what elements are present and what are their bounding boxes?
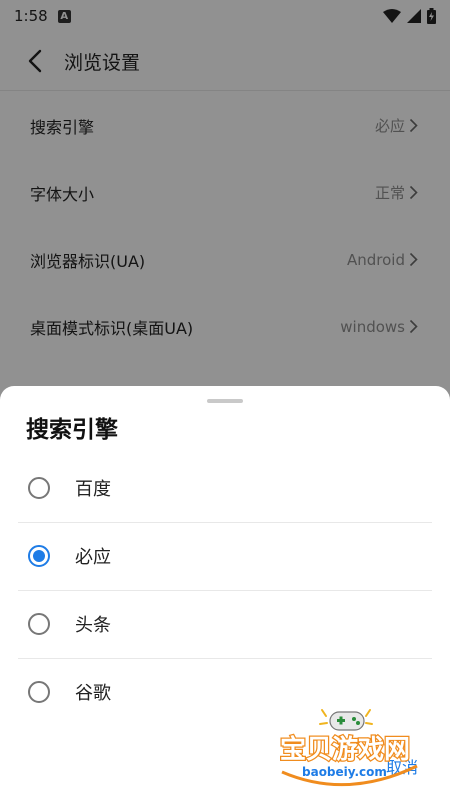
radio-dot [33, 550, 45, 562]
option-label: 百度 [75, 479, 111, 500]
option-bing[interactable]: 必应 [0, 522, 450, 590]
option-toutiao[interactable]: 头条 [0, 590, 450, 658]
radio-checked-icon[interactable] [28, 545, 50, 567]
drag-handle[interactable] [207, 399, 243, 403]
option-list: 百度 必应 头条 谷歌 [0, 454, 450, 726]
watermark-logo: 宝贝游戏网 baobeiy.com [279, 709, 418, 787]
option-label: 头条 [75, 615, 111, 636]
option-baidu[interactable]: 百度 [0, 454, 450, 522]
watermark-url: baobeiy.com [302, 765, 387, 779]
radio-unchecked-icon[interactable] [28, 613, 50, 635]
sheet-title: 搜索引擎 [26, 417, 118, 443]
radio-unchecked-icon[interactable] [28, 681, 50, 703]
option-label: 谷歌 [75, 683, 111, 704]
option-label: 必应 [75, 547, 111, 568]
watermark-text: 宝贝游戏网 [280, 734, 410, 765]
radio-unchecked-icon[interactable] [28, 477, 50, 499]
gamepad-icon [319, 709, 373, 731]
